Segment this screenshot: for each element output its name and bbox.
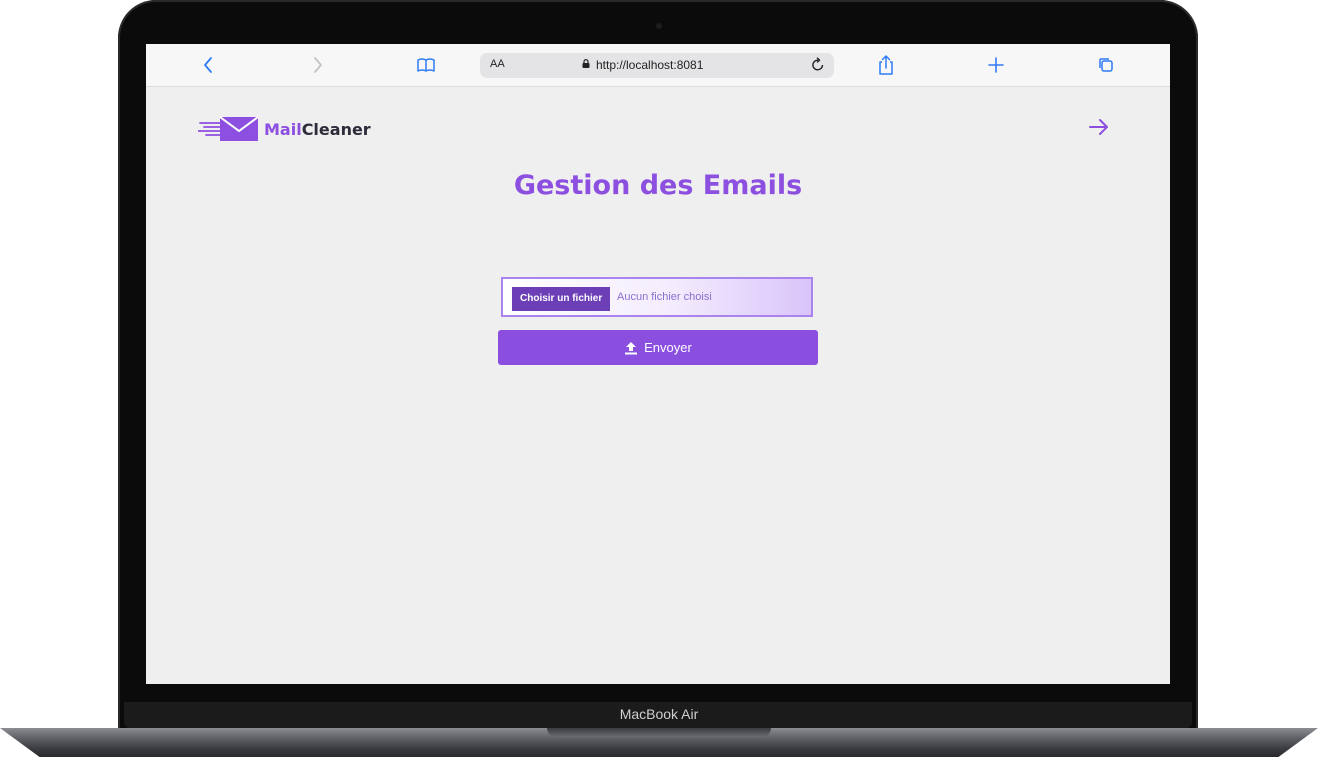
send-button-label: Envoyer (644, 340, 692, 355)
laptop-model-label: MacBook Air (619, 706, 699, 722)
book-icon[interactable] (414, 53, 438, 77)
file-status-text: Aucun fichier choisi (617, 291, 712, 303)
envelope-logo-icon (198, 116, 259, 141)
upload-icon (624, 341, 638, 355)
reload-icon[interactable] (810, 56, 826, 79)
reader-aa-button[interactable]: AA (490, 58, 505, 70)
share-icon[interactable] (874, 53, 898, 77)
browser-screen: AA http://localhost:8081 MailCleaner Ges… (146, 44, 1170, 684)
chevron-right-icon[interactable] (306, 53, 330, 77)
address-bar[interactable]: AA http://localhost:8081 (480, 53, 834, 78)
choose-file-button[interactable]: Choisir un fichier (512, 287, 611, 311)
url-text: http://localhost:8081 (596, 58, 704, 72)
app-logo[interactable]: MailCleaner (198, 114, 371, 144)
laptop-notch (547, 728, 771, 737)
chevron-left-icon[interactable] (196, 53, 220, 77)
lock-icon (582, 59, 590, 68)
send-button[interactable]: Envoyer (498, 330, 818, 365)
logo-text-mail: Mail (264, 120, 302, 139)
plus-icon[interactable] (984, 53, 1008, 77)
logo-text: MailCleaner (264, 120, 371, 139)
file-input[interactable]: Choisir un fichier Aucun fichier choisi (501, 277, 813, 317)
logo-text-cleaner: Cleaner (301, 120, 371, 139)
camera (656, 23, 662, 29)
page-title: Gestion des Emails (513, 170, 803, 201)
logout-arrow-icon[interactable] (1086, 116, 1112, 142)
browser-toolbar: AA http://localhost:8081 (146, 44, 1170, 87)
tabs-icon[interactable] (1094, 53, 1118, 77)
